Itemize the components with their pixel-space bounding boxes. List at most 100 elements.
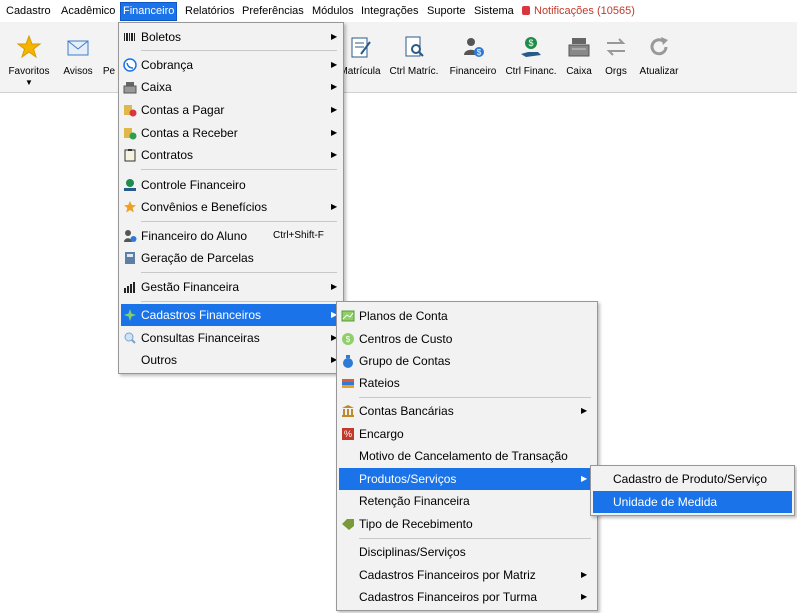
caixa-button[interactable]: Caixa	[562, 22, 596, 92]
submenu-arrow-icon: ▶	[581, 592, 588, 601]
hand-money-icon: $	[521, 37, 541, 57]
menu-item-planos-conta[interactable]: Planos de Conta	[339, 305, 595, 327]
menu-academico[interactable]: Acadêmico	[59, 3, 117, 20]
menu-item-motivo-cancelamento[interactable]: Motivo de Cancelamento de Transação	[339, 445, 595, 467]
menu-separator	[359, 538, 591, 539]
form-edit-icon	[351, 37, 371, 58]
menu-item-gestao-financeira[interactable]: Gestão Financeira ▶	[121, 276, 341, 298]
menu-item-financeiro-aluno[interactable]: Financeiro do Aluno Ctrl+Shift-F	[121, 225, 341, 247]
hand-money-icon	[124, 179, 136, 191]
menu-item-encargo[interactable]: % Encargo	[339, 423, 595, 445]
menu-item-label: Produtos/Serviços	[359, 472, 457, 486]
menu-item-por-turma[interactable]: Cadastros Financeiros por Turma ▶	[339, 586, 595, 608]
menu-item-cadastros-financeiros[interactable]: Cadastros Financeiros ▶	[121, 304, 341, 326]
ctrl-matric-button[interactable]: Ctrl Matríc.	[384, 22, 444, 92]
menu-suporte[interactable]: Suporte	[425, 3, 468, 20]
menu-item-label: Encargo	[359, 427, 404, 441]
refresh-icon	[650, 37, 668, 56]
menu-item-contas-bancarias[interactable]: Contas Bancárias ▶	[339, 400, 595, 422]
atualizar-button[interactable]: Atualizar	[636, 22, 682, 92]
avisos-button[interactable]: Avisos	[58, 22, 98, 92]
submenu-arrow-icon: ▶	[581, 474, 588, 483]
magnifier-icon	[124, 332, 136, 344]
menu-financeiro[interactable]: Financeiro	[119, 2, 178, 21]
document-search-icon	[405, 36, 424, 57]
menu-cadastro[interactable]: Cadastro	[4, 3, 53, 20]
menu-item-label: Planos de Conta	[359, 309, 448, 323]
financeiro-button[interactable]: $ Financeiro	[448, 22, 498, 92]
submenu-arrow-icon: ▶	[331, 82, 338, 91]
submenu-arrow-icon: ▶	[331, 128, 338, 137]
notifications-label: Notificações (10565)	[534, 5, 635, 17]
notifications-link[interactable]: Notificações (10565)	[520, 3, 637, 20]
caixa-label: Caixa	[566, 66, 592, 77]
menu-item-convenios[interactable]: Convênios e Benefícios ▶	[121, 196, 341, 218]
submenu-arrow-icon: ▶	[581, 570, 588, 579]
menu-item-label: Contratos	[141, 148, 194, 162]
menu-item-label: Unidade de Medida	[613, 495, 718, 509]
envelope-icon	[67, 40, 89, 56]
menu-separator	[141, 169, 337, 170]
menu-item-boletos[interactable]: Boletos ▶	[121, 26, 341, 48]
menu-item-retencao[interactable]: Retenção Financeira	[339, 490, 595, 512]
financeiro-dropdown: Boletos ▶ Cobrança ▶ Caixa ▶ Contas a Pa…	[118, 22, 344, 374]
menu-item-cobranca[interactable]: Cobrança ▶	[121, 54, 341, 76]
money-bag-icon	[343, 355, 353, 368]
menu-item-caixa[interactable]: Caixa ▶	[121, 76, 341, 98]
menu-sistema[interactable]: Sistema	[472, 3, 516, 20]
menu-bar: Cadastro Acadêmico Financeiro Relatórios…	[0, 0, 797, 22]
submenu-arrow-icon: ▶	[331, 202, 338, 211]
atualizar-label: Atualizar	[639, 66, 679, 77]
bank-icon	[342, 405, 354, 417]
cash-register-icon	[123, 82, 137, 94]
swap-arrows-icon	[606, 38, 626, 56]
menu-item-label: Centros de Custo	[359, 332, 453, 346]
menu-item-label: Financeiro do Aluno	[141, 229, 248, 243]
menu-item-outros[interactable]: Outros ▶	[121, 349, 341, 371]
orgs-button[interactable]: Orgs	[600, 22, 632, 92]
menu-item-cadastro-produto[interactable]: Cadastro de Produto/Serviço	[593, 468, 792, 490]
cash-register-icon	[568, 38, 590, 57]
menu-item-contas-receber[interactable]: Contas a Receber ▶	[121, 122, 341, 144]
menu-preferencias[interactable]: Preferências	[240, 3, 306, 20]
sparkle-icon	[124, 309, 136, 321]
menu-item-contratos[interactable]: Contratos ▶	[121, 144, 341, 166]
menu-separator	[141, 50, 337, 51]
menu-item-por-matriz[interactable]: Cadastros Financeiros por Matriz ▶	[339, 564, 595, 586]
percent-icon: %	[342, 428, 354, 440]
menu-item-label: Caixa	[141, 80, 172, 94]
ctrl-financ-button[interactable]: $ Ctrl Financ.	[504, 22, 558, 92]
menu-item-label: Cadastros Financeiros por Matriz	[359, 568, 536, 582]
menu-item-label: Cadastros Financeiros	[141, 308, 262, 322]
menu-item-rateios[interactable]: Rateios	[339, 372, 595, 394]
menu-item-label: Boletos	[141, 30, 182, 44]
tag-icon	[342, 519, 354, 530]
favoritos-label: Favoritos	[8, 66, 50, 77]
menu-relatorios[interactable]: Relatórios	[183, 3, 237, 20]
menu-item-produtos-servicos[interactable]: Produtos/Serviços ▶	[339, 468, 595, 490]
menu-item-centros-custo[interactable]: $ Centros de Custo	[339, 328, 595, 350]
menu-item-contas-pagar[interactable]: Contas a Pagar ▶	[121, 99, 341, 121]
menu-item-geracao-parcelas[interactable]: Geração de Parcelas	[121, 247, 341, 269]
financeiro-label: Financeiro	[449, 66, 497, 77]
menu-item-unidade-medida[interactable]: Unidade de Medida	[593, 491, 792, 513]
notification-icon	[522, 6, 530, 15]
coin-icon: $	[342, 333, 354, 345]
matricula-button[interactable]: Matrícula	[338, 22, 382, 92]
svg-text:$: $	[477, 48, 482, 57]
menu-item-consultas-financeiras[interactable]: Consultas Financeiras ▶	[121, 327, 341, 349]
calculator-icon	[125, 252, 135, 264]
pe-button[interactable]: Pe	[100, 22, 118, 92]
menu-modulos[interactable]: Módulos	[310, 3, 356, 20]
favoritos-button[interactable]: Favoritos ▼	[4, 22, 54, 92]
menu-item-label: Cadastros Financeiros por Turma	[359, 590, 538, 604]
menu-item-grupo-contas[interactable]: Grupo de Contas	[339, 350, 595, 372]
menu-item-controle-financeiro[interactable]: Controle Financeiro	[121, 174, 341, 196]
menu-item-label: Convênios e Benefícios	[141, 200, 268, 214]
submenu-arrow-icon: ▶	[581, 406, 588, 415]
menu-item-tipo-recebimento[interactable]: Tipo de Recebimento	[339, 513, 595, 535]
menu-item-disciplinas-servicos[interactable]: Disciplinas/Serviços	[339, 541, 595, 563]
star-icon	[124, 201, 136, 213]
menu-integracoes[interactable]: Integrações	[359, 3, 420, 20]
menu-item-label: Cadastro de Produto/Serviço	[613, 472, 768, 486]
